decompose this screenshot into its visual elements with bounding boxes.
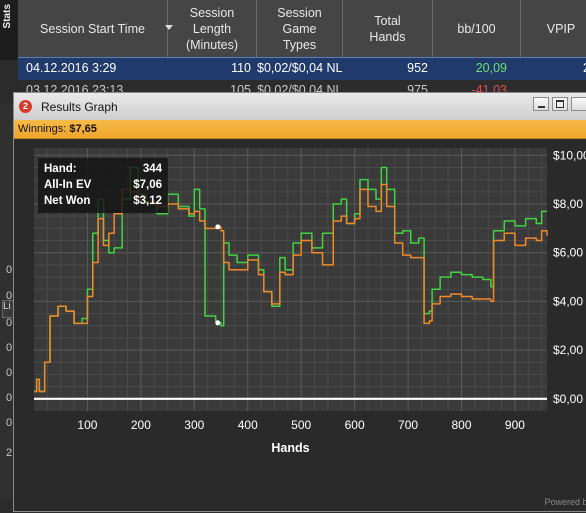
side-value: 0: [6, 367, 13, 379]
x-tick-label: 500: [291, 418, 311, 432]
winnings-label: Winnings:: [18, 123, 67, 135]
x-tick-label: 600: [345, 418, 365, 432]
column-session-start-time[interactable]: Session Start Time: [18, 0, 168, 57]
column-label: Session Length (Minutes): [185, 5, 239, 52]
stats-sidebar-tab[interactable]: Stats: [0, 0, 19, 60]
tooltip-hand-value: 344: [142, 163, 162, 175]
window-title-bar[interactable]: 2 Results Graph: [14, 93, 586, 121]
tooltip-net-won-value: $3,12: [133, 195, 162, 207]
tooltip-hand-label: Hand:: [44, 163, 77, 175]
y-tick-label: $4,00: [553, 294, 583, 308]
app-logo-icon: 2: [19, 100, 32, 113]
column-label: bb/100: [457, 21, 496, 36]
side-value: 0: [6, 342, 13, 354]
y-tick-label: $8,00: [553, 197, 583, 211]
cell-total-hands: 952: [407, 61, 428, 75]
maximize-button[interactable]: [552, 97, 568, 111]
side-value: 0: [6, 392, 13, 404]
side-value: 2: [6, 447, 13, 459]
cell-length: 110: [231, 61, 251, 75]
winnings-summary-bar: Winnings: $7,65: [14, 120, 586, 139]
table-row[interactable]: 04.12.2016 3:29 110 $0,02/$0,04 NL 952 2…: [18, 57, 586, 81]
column-bb-per-100[interactable]: bb/100: [433, 0, 521, 57]
column-total-hands[interactable]: Total Hands: [343, 0, 433, 57]
side-value: 0: [6, 317, 13, 329]
hover-marker: [215, 224, 221, 230]
x-tick-label: 400: [238, 418, 258, 432]
minimize-button[interactable]: [533, 97, 549, 111]
x-tick-label: 800: [451, 418, 471, 432]
x-tick-label: 700: [398, 418, 418, 432]
results-graph-window: 100 200 300 400 500 600 700 800 900 $0,00 $2,00 $4,…: [13, 92, 586, 512]
x-tick-label: 100: [77, 418, 97, 432]
app-icon-label: 2: [22, 101, 28, 111]
side-box-label: Li: [3, 301, 11, 312]
y-tick-label: $10,00: [553, 148, 586, 162]
close-button[interactable]: [571, 97, 586, 111]
tooltip-hand-row: Hand: 344: [44, 163, 162, 179]
y-tick-label: $6,00: [553, 246, 583, 260]
x-tick-label: 300: [184, 418, 204, 432]
winnings-value: $7,65: [69, 123, 97, 135]
tooltip-net-won-label: Net Won: [44, 195, 91, 207]
tooltip-net-won-row: Net Won $3,12: [44, 195, 162, 211]
cell-bb-per-100: 20,09: [475, 61, 507, 75]
tooltip-allin-ev-value: $7,06: [133, 179, 162, 191]
column-label: Total Hands: [369, 13, 406, 44]
window-title: Results Graph: [41, 100, 118, 114]
session-table-header: Session Start Time Session Length (Minut…: [18, 0, 586, 58]
tooltip-allin-ev-row: All-In EV $7,06: [44, 179, 162, 195]
column-vpip[interactable]: VPIP: [521, 0, 586, 57]
x-tick-label: 200: [131, 418, 151, 432]
hand-tooltip: Hand: 344 All-In EV $7,06 Net Won $3,12: [38, 158, 168, 213]
cell-start-time: 04.12.2016 3:29: [26, 61, 117, 75]
column-game-types[interactable]: Session Game Types: [257, 0, 343, 57]
column-label: Session Start Time: [40, 21, 145, 36]
results-chart: 100 200 300 400 500 600 700 800 900 $0,00 $2,00 $4,…: [34, 148, 586, 455]
side-value: 0: [6, 264, 13, 276]
x-tick-label: 900: [505, 418, 525, 432]
minimize-icon: [538, 106, 545, 108]
column-label: VPIP: [546, 21, 576, 36]
cell-game-type: $0,02/$0,04 NL: [257, 61, 343, 75]
hover-marker: [215, 320, 221, 326]
side-value: 0: [6, 290, 13, 302]
maximize-icon: [556, 100, 564, 108]
tooltip-allin-ev-label: All-In EV: [44, 179, 92, 191]
stats-tab-label: Stats: [2, 4, 13, 29]
x-axis-label: Hands: [271, 441, 309, 455]
y-tick-label: $0,00: [553, 392, 583, 406]
column-session-length[interactable]: Session Length (Minutes): [168, 0, 257, 57]
y-tick-label: $2,00: [553, 343, 583, 357]
column-label: Session Game Types: [277, 5, 322, 52]
side-value: 0: [6, 417, 13, 429]
